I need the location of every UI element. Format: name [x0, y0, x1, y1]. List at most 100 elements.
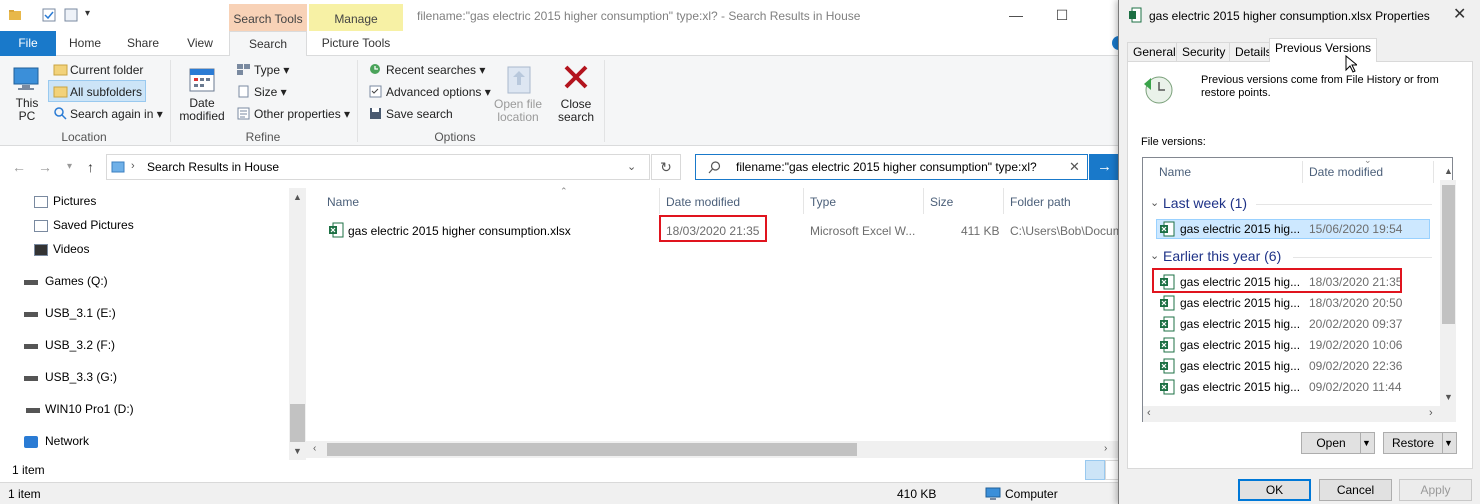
- version-name: gas electric 2015 hig...: [1180, 222, 1301, 236]
- open-file-location-button[interactable]: Open file location: [490, 98, 546, 124]
- tab-file[interactable]: File: [0, 31, 56, 56]
- search-input[interactable]: filename:"gas electric 2015 higher consu…: [695, 154, 1088, 180]
- other-properties-button[interactable]: Other properties ▾: [254, 107, 350, 121]
- advanced-options-button[interactable]: Advanced options ▾: [386, 85, 491, 99]
- breadcrumb-chevron-icon[interactable]: ›: [131, 160, 135, 172]
- this-pc-button[interactable]: This PC: [8, 97, 46, 123]
- tab-share[interactable]: Share: [118, 31, 168, 56]
- column-separator[interactable]: [1003, 188, 1004, 214]
- address-dropdown-icon[interactable]: ⌄: [627, 160, 636, 173]
- tab-picture-tools[interactable]: Picture Tools: [310, 31, 402, 56]
- drive-icon: [26, 408, 40, 413]
- apply-button[interactable]: Apply: [1399, 479, 1472, 501]
- search-again-in-button[interactable]: Search again in ▾: [70, 107, 163, 121]
- open-button[interactable]: Open ▼: [1301, 432, 1375, 454]
- group-last-week[interactable]: Last week (1): [1163, 195, 1247, 211]
- column-separator[interactable]: [659, 188, 660, 214]
- date-modified-button[interactable]: Date modified: [172, 97, 232, 123]
- group-collapse-icon[interactable]: ⌄: [1150, 196, 1159, 209]
- split-divider: [1360, 433, 1361, 453]
- versions-column-date[interactable]: Date modified: [1309, 165, 1383, 179]
- up-icon[interactable]: ↑: [87, 159, 94, 175]
- search-icon: [54, 107, 67, 120]
- versions-column-name[interactable]: Name: [1159, 165, 1191, 179]
- address-input[interactable]: › Search Results in House ⌄: [106, 154, 650, 180]
- recent-searches-label: Recent searches: [386, 63, 477, 77]
- nav-scrollbar-thumb[interactable]: [290, 404, 305, 442]
- tab-previous-versions[interactable]: Previous Versions: [1269, 38, 1378, 62]
- versions-scrollbar-thumb[interactable]: [1442, 185, 1455, 324]
- scroll-down-icon[interactable]: ▼: [293, 446, 302, 456]
- group-divider: [1293, 257, 1432, 258]
- forward-icon[interactable]: →: [38, 159, 52, 175]
- tab-view[interactable]: View: [175, 31, 225, 56]
- search-go-button[interactable]: →: [1089, 154, 1120, 180]
- status-size: 410 KB: [897, 487, 937, 501]
- size-button[interactable]: Size ▾: [254, 85, 287, 99]
- recent-locations-icon[interactable]: ▾: [67, 161, 72, 172]
- new-folder-icon[interactable]: [64, 8, 78, 22]
- status-location: Computer: [1005, 487, 1058, 501]
- ribbon-separator: [170, 60, 171, 142]
- file-name: gas electric 2015 higher consumption.xls…: [348, 224, 571, 238]
- tab-search[interactable]: Search: [229, 31, 307, 57]
- scroll-down-icon[interactable]: ▼: [1444, 392, 1453, 402]
- nav-item-label: Saved Pictures: [53, 218, 134, 232]
- recent-searches-button[interactable]: Recent searches ▾: [386, 63, 485, 77]
- scroll-left-icon[interactable]: ‹: [313, 443, 316, 454]
- tab-security[interactable]: Security: [1176, 42, 1232, 62]
- horizontal-scrollbar-thumb[interactable]: [327, 443, 857, 456]
- column-separator[interactable]: [1302, 161, 1303, 183]
- maximize-button[interactable]: ☐: [1039, 0, 1085, 31]
- version-date: 09/02/2020 11:44: [1309, 380, 1402, 394]
- versions-horizontal-scrollbar[interactable]: [1143, 406, 1456, 422]
- clear-search-icon[interactable]: ✕: [1069, 159, 1080, 175]
- sort-indicator-icon: ⌄: [1364, 155, 1372, 165]
- save-search-button[interactable]: Save search: [386, 107, 453, 121]
- group-earlier-this-year[interactable]: Earlier this year (6): [1163, 248, 1281, 264]
- scroll-right-icon[interactable]: ›: [1104, 443, 1107, 454]
- nav-item-label: Videos: [53, 242, 90, 256]
- scroll-up-icon[interactable]: ▲: [1444, 166, 1453, 176]
- file-folder-path: C:\Users\Bob\Docum: [1010, 224, 1118, 238]
- drive-icon: [24, 376, 38, 381]
- refresh-button[interactable]: ↻: [651, 154, 681, 180]
- size-label: Size: [254, 85, 278, 99]
- restore-button[interactable]: Restore ▼: [1383, 432, 1457, 454]
- type-button[interactable]: Type ▾: [254, 63, 289, 77]
- back-icon[interactable]: ←: [12, 159, 26, 175]
- search-query-text: filename:"gas electric 2015 higher consu…: [736, 160, 1037, 174]
- properties-icon[interactable]: [42, 8, 56, 22]
- column-folder-path[interactable]: Folder path: [1010, 195, 1071, 209]
- scroll-left-icon[interactable]: ‹: [1147, 407, 1151, 419]
- group-collapse-icon[interactable]: ⌄: [1150, 249, 1159, 262]
- version-date: 15/06/2020 19:54: [1309, 222, 1403, 236]
- date-highlight-box: [659, 215, 767, 242]
- subfolders-icon: [53, 86, 68, 98]
- scroll-right-icon[interactable]: ›: [1429, 407, 1433, 419]
- minimize-button[interactable]: —: [993, 0, 1039, 31]
- all-subfolders-button[interactable]: All subfolders: [70, 85, 142, 99]
- cancel-button[interactable]: Cancel: [1319, 479, 1392, 501]
- type-icon: [237, 64, 250, 75]
- tab-home[interactable]: Home: [60, 31, 110, 56]
- calendar-icon: [189, 68, 215, 92]
- scroll-up-icon[interactable]: ▲: [293, 192, 302, 202]
- column-type[interactable]: Type: [810, 195, 836, 209]
- restore-dropdown-icon[interactable]: ▼: [1444, 433, 1453, 453]
- version-name: gas electric 2015 hig...: [1180, 338, 1301, 352]
- ok-button[interactable]: OK: [1238, 479, 1311, 501]
- column-separator[interactable]: [1433, 161, 1434, 183]
- column-size[interactable]: Size: [930, 195, 953, 209]
- column-date-modified[interactable]: Date modified: [666, 195, 740, 209]
- column-separator[interactable]: [803, 188, 804, 214]
- open-dropdown-icon[interactable]: ▼: [1362, 433, 1371, 453]
- tab-general[interactable]: General: [1127, 42, 1182, 62]
- close-icon[interactable]: ✕: [1453, 4, 1466, 24]
- quick-access-dropdown-icon[interactable]: ▾: [85, 8, 90, 19]
- current-folder-button[interactable]: Current folder: [70, 63, 143, 77]
- column-separator[interactable]: [923, 188, 924, 214]
- details-view-button[interactable]: [1085, 460, 1105, 480]
- close-search-button[interactable]: Close search: [553, 98, 599, 124]
- column-name[interactable]: Name: [327, 195, 359, 209]
